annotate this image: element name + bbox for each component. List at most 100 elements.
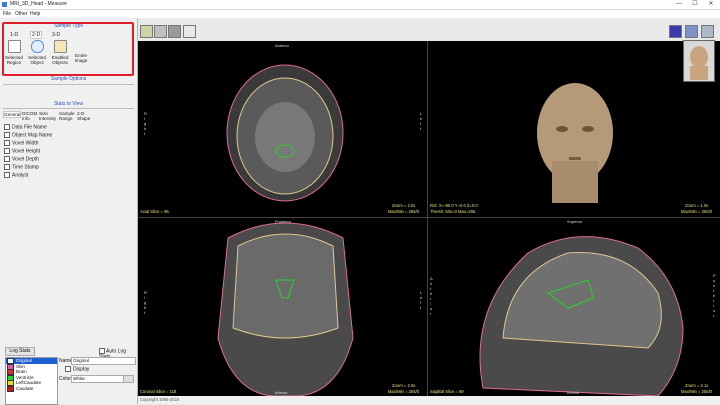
orientation-label-right: P o s t e r i o r [713,273,716,318]
checkbox-label: Analyst [12,172,29,179]
coronal-view[interactable]: Posterior R i g h t L e f t Inferior Cor… [138,218,428,396]
orientation-label-top: Anterior [275,43,290,48]
divider [3,108,134,109]
checkbox-voxel-height[interactable]: Voxel Height [4,148,40,154]
orientation-label-bottom: Inferior [275,390,288,395]
tab-1d[interactable]: 1-D [10,32,18,38]
scatter-tool-icon[interactable] [669,25,682,38]
window-title: MRI_3D_Head - Measure [10,1,67,7]
checkbox-label: Voxel Height [12,148,41,155]
help-icon[interactable] [701,25,714,38]
menu-other[interactable]: Other [15,11,28,17]
orientation-label-right: L e f t [420,290,423,310]
stats-heading: Stats to View [53,101,84,107]
checkbox-label: Voxel Width [12,140,39,147]
selected-object-button[interactable]: Selected Object [26,40,48,65]
checkbox-voxel-depth[interactable]: Voxel Depth [4,156,39,162]
entire-image-label: Entire Image [74,53,88,63]
tab-2d-shape[interactable]: 2-D Shape [77,111,90,121]
app-icon [2,2,7,7]
color-field[interactable]: White [71,375,124,383]
copyright-text: Copyright 1986-2020 [140,397,180,402]
object-name: Caudate [16,385,34,391]
tab-2d[interactable]: 2-D [30,31,43,39]
checkbox-label: Time Stamp [12,164,39,171]
axial-view[interactable]: Anterior R i g h t L e f t Axial Slice =… [138,41,428,218]
checkbox-label: Voxel Depth [12,156,39,163]
status-bar: Copyright 1986-2020 [138,396,720,404]
orientation-label-bottom: Inferior [567,390,580,395]
zoom-label: Zoom = 2.0x [392,203,416,208]
list-item[interactable]: Caudate [6,385,57,392]
head-view-icon[interactable] [168,25,181,38]
network-tool-icon[interactable] [685,25,698,38]
selected-object-icon [30,40,44,53]
tab-intensity[interactable]: Intensity [39,116,56,121]
orientation-label-left: R i g h t [144,111,147,136]
selected-region-button[interactable]: Selected Region [3,40,25,65]
tab-dicom-info[interactable]: DICOM Info [22,111,38,121]
menu-file[interactable]: File [3,11,11,17]
enabled-objects-label: Enabled Objects [51,55,69,65]
object-name: Brain [16,369,27,375]
object-name: LeftCaudate [16,380,42,386]
object-name: Skin [16,363,25,369]
color-picker-button[interactable] [123,375,134,383]
orientation-label-left: R i g h t [144,290,147,315]
checkbox-voxel-width[interactable]: Voxel Width [4,140,38,146]
orientation-label-top: Superior [567,219,583,224]
selected-region-icon [7,40,21,53]
image-viewport[interactable]: Anterior R i g h t L e f t Axial Slice =… [138,41,720,396]
coronal-slice-image [217,222,354,396]
zoom-label: Zoom = 2.1x [685,383,709,388]
single-view-icon[interactable] [183,25,196,38]
head-thumbnail[interactable] [683,40,715,82]
tab-general[interactable]: General [3,111,22,118]
checkbox-data-file-name[interactable]: Data File Name [4,124,47,130]
threshold-label: Thresh: Min=0 Max=255 [430,209,476,214]
orientation-label-top: Posterior [275,219,292,224]
checkbox-label: Data File Name [12,124,47,131]
layout-grid-icon[interactable] [140,25,153,38]
checkbox-object-map-name[interactable]: Object Map Name [4,132,52,138]
entire-image-button[interactable]: Entire Image [70,40,92,63]
tab-sample-range[interactable]: Sample Range [59,111,75,121]
divider [3,84,134,85]
checkbox-time-stamp[interactable]: Time Stamp [4,164,39,170]
minmax-label: Max/Min = 255/0 [388,389,420,394]
close-button[interactable]: ✕ [704,1,718,8]
orientation-label-right: L e f t [420,111,423,131]
name-field[interactable]: Original [71,357,136,365]
selected-region-label: Selected Region [5,55,23,65]
menu-help[interactable]: Help [30,11,40,17]
sagittal-view[interactable]: Superior A n t e r i o r P o s t e r i o… [428,218,720,396]
head-render-image [537,83,613,203]
maximize-button[interactable]: ☐ [688,1,702,8]
title-bar: MRI_3D_Head - Measure — ☐ ✕ [0,0,720,10]
sagittal-slice-image [479,236,684,396]
object-list[interactable]: Original Skin Brain Ventricle LeftCaudat… [5,357,58,405]
sample-options-link[interactable]: Sample Options [0,76,137,82]
render-3d-view[interactable]: Rot: X=-90.0 Y=0.0 Z=0.0 Thresh: Min=0 M… [428,41,720,218]
minimize-button[interactable]: — [672,1,686,8]
display-checkbox[interactable]: Display [65,366,89,372]
checkbox-analyst[interactable]: Analyst [4,172,28,178]
slice-label: Coronal Slice = 118 [140,389,177,394]
log-stats-button[interactable]: Log Stats [5,347,35,356]
zoom-label: Zoom = 1.0x [685,203,709,208]
minmax-label: Max/Min = 255/0 [388,209,420,214]
view-3d-icon[interactable] [154,25,167,38]
sample-type-heading: Sample Type [53,23,84,29]
slice-label: Sagittal Slice = 89 [430,389,464,394]
object-name: Original [16,358,32,364]
object-panel: Log Stats Auto Log Stats Original Skin B… [0,343,137,405]
axial-slice-image [226,64,344,202]
tab-3d[interactable]: 3-D [52,32,60,38]
enabled-objects-button[interactable]: Enabled Objects [49,40,71,65]
slice-label: Axial Slice = 96 [140,209,169,214]
object-name: Ventricle [16,374,34,380]
rotation-label: Rot: X=-90.0 Y=0.0 Z=0.0 [430,203,478,208]
zoom-label: Zoom = 2.0x [392,383,416,388]
enabled-objects-icon [53,40,67,53]
selected-object-label: Selected Object [28,55,46,65]
